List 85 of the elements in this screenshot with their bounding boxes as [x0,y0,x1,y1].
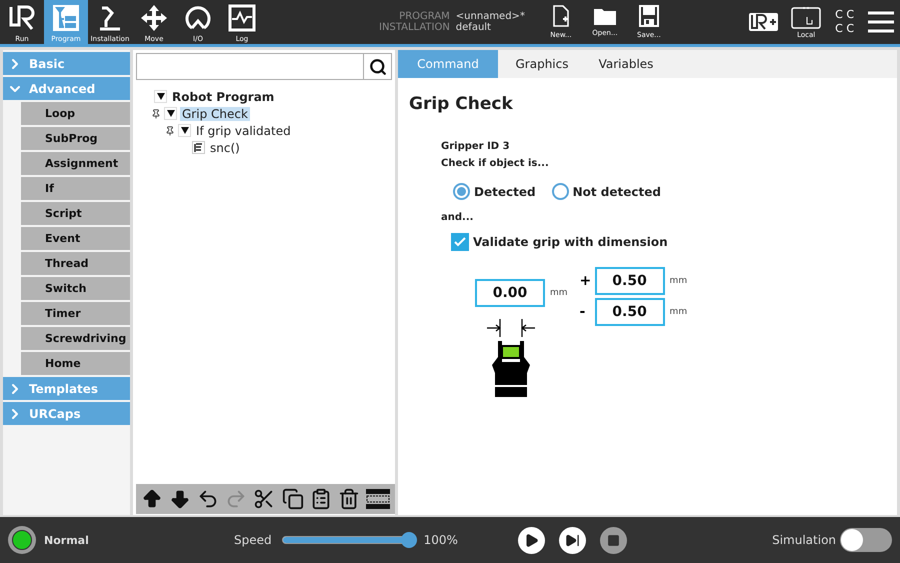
command-item[interactable]: Screwdriving [21,327,130,350]
trash-icon [338,488,360,510]
radio-option[interactable]: Detected [453,183,536,200]
command-item[interactable]: SubProg [21,127,130,150]
sign-label: + [580,273,590,289]
validate-checkbox[interactable]: Validate grip with dimension [451,233,886,251]
simulation-toggle[interactable] [840,528,892,552]
toolbar-button[interactable] [282,488,304,510]
installation-name: default [456,22,492,33]
folder-icon [594,7,616,25]
and-label: and... [441,212,474,223]
radio-button[interactable] [453,183,470,200]
speed-label: Speed [234,533,272,547]
playback-button[interactable] [558,526,586,554]
expand-toggle[interactable] [154,90,167,103]
speed-reading: 100% [424,533,458,547]
suppress-icon [366,489,390,509]
tree-node[interactable]: Grip Check [180,106,250,120]
graph-icon [228,4,256,32]
expand-toggle[interactable] [164,107,177,120]
tolerance-field[interactable]: 0.50 [594,298,665,326]
tab[interactable]: Variables [586,50,666,78]
expand-toggle[interactable] [178,124,191,137]
command-item[interactable]: Assignment [21,152,130,175]
play-icon [524,532,539,548]
node-title: Grip Check [409,94,514,114]
arrow-up-icon [141,488,164,510]
speed-mark: C C [835,8,854,22]
tablet-icon [791,5,822,29]
step-icon [564,532,580,548]
script-icon [192,141,205,154]
tree-node[interactable]: If grip validated [194,124,293,138]
arrow-down-icon [169,488,192,510]
tree-icon [52,4,80,32]
command-item[interactable]: Timer [21,302,130,325]
slider-thumb[interactable] [400,532,417,548]
status-label: Normal [44,534,89,546]
tree-node[interactable]: snc() [208,140,242,154]
command-item[interactable]: Thread [21,252,130,275]
sign-label: - [580,304,586,320]
command-item[interactable]: Switch [21,277,130,300]
redo-icon [225,488,248,510]
search-field[interactable] [136,53,392,80]
stop-icon [606,534,620,546]
toolbar-button[interactable] [253,488,276,510]
pin-icon [165,126,175,136]
command-item[interactable]: Event [21,227,130,250]
checkbox[interactable] [451,233,469,251]
toolbar-button[interactable] [366,489,390,509]
installation-label: INSTALLATION [379,22,450,33]
tab[interactable]: Graphics [498,50,586,78]
logo-icon [8,4,36,32]
new-file-icon [552,5,569,27]
gripper-label: Gripper ID 3 [441,141,511,152]
unit-label: mm [550,288,568,298]
pin-icon [151,108,161,118]
menu-icon [868,11,894,33]
checkmark-icon [454,237,466,247]
question-label: Check if object is... [441,158,550,169]
search-icon [368,58,386,76]
gauge-icon [184,4,212,32]
simulation-label: Simulation [772,533,836,547]
command-item[interactable]: Script [21,202,130,225]
tree-node[interactable]: Robot Program [170,90,276,104]
command-item[interactable]: Loop [21,102,130,125]
playback-button[interactable] [518,526,545,554]
scissors-icon [253,488,276,510]
dimension-field[interactable]: 0.00 [475,279,545,307]
status-indicator[interactable] [8,526,36,554]
toolbar-button[interactable] [141,488,164,510]
move-arrows-icon [140,4,168,32]
command-item[interactable]: If [21,177,130,200]
radio-button[interactable] [552,183,569,200]
program-label: PROGRAM [398,11,450,22]
unit-label: mm [670,276,688,286]
toolbar-button[interactable] [169,488,192,510]
program-name: <unnamed>* [456,11,525,22]
tolerance-field[interactable]: 0.50 [594,267,665,295]
copy-icon [282,488,304,510]
command-item[interactable]: Home [21,352,130,375]
ur-plus-icon [749,12,780,32]
unit-label: mm [670,307,688,317]
speed-mark: C C [835,22,854,36]
radio-option[interactable]: Not detected [552,183,661,200]
toolbar-button[interactable] [338,488,360,510]
